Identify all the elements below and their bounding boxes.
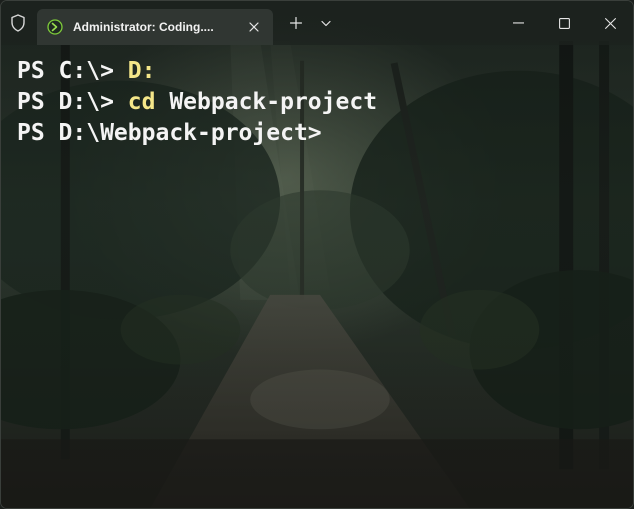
command-argument: Webpack-project xyxy=(155,89,378,115)
maximize-button[interactable] xyxy=(541,1,587,45)
tab-administrator[interactable]: Administrator: Coding.... xyxy=(37,9,273,45)
plus-icon xyxy=(290,17,302,29)
terminal-line: PS D:\> cd Webpack-project xyxy=(17,87,633,118)
shield-icon xyxy=(1,1,35,45)
terminal-line: PS D:\Webpack-project> xyxy=(17,118,633,149)
maximize-icon xyxy=(558,17,570,29)
close-icon xyxy=(604,17,616,29)
command-text: D: xyxy=(127,58,156,84)
tab-title: Administrator: Coding.... xyxy=(73,20,214,34)
powershell-icon xyxy=(47,19,63,35)
terminal-window: Administrator: Coding.... PS C:\> D: PS … xyxy=(0,0,634,509)
close-button[interactable] xyxy=(587,1,633,45)
terminal-line: PS C:\> D: xyxy=(17,56,633,87)
terminal-output[interactable]: PS C:\> D: PS D:\> cd Webpack-project PS… xyxy=(1,45,633,508)
command-text: cd xyxy=(127,89,156,115)
minimize-icon xyxy=(512,22,524,24)
minimize-button[interactable] xyxy=(495,1,541,45)
prompt-text: PS D:\> xyxy=(17,89,128,115)
tab-dropdown-button[interactable] xyxy=(311,8,341,38)
new-tab-button[interactable] xyxy=(281,8,311,38)
prompt-text: PS C:\> xyxy=(17,58,128,84)
prompt-text: PS D:\Webpack-project> xyxy=(17,120,322,146)
chevron-down-icon xyxy=(321,20,331,26)
tab-close-icon[interactable] xyxy=(243,16,265,38)
title-bar: Administrator: Coding.... xyxy=(1,1,633,45)
